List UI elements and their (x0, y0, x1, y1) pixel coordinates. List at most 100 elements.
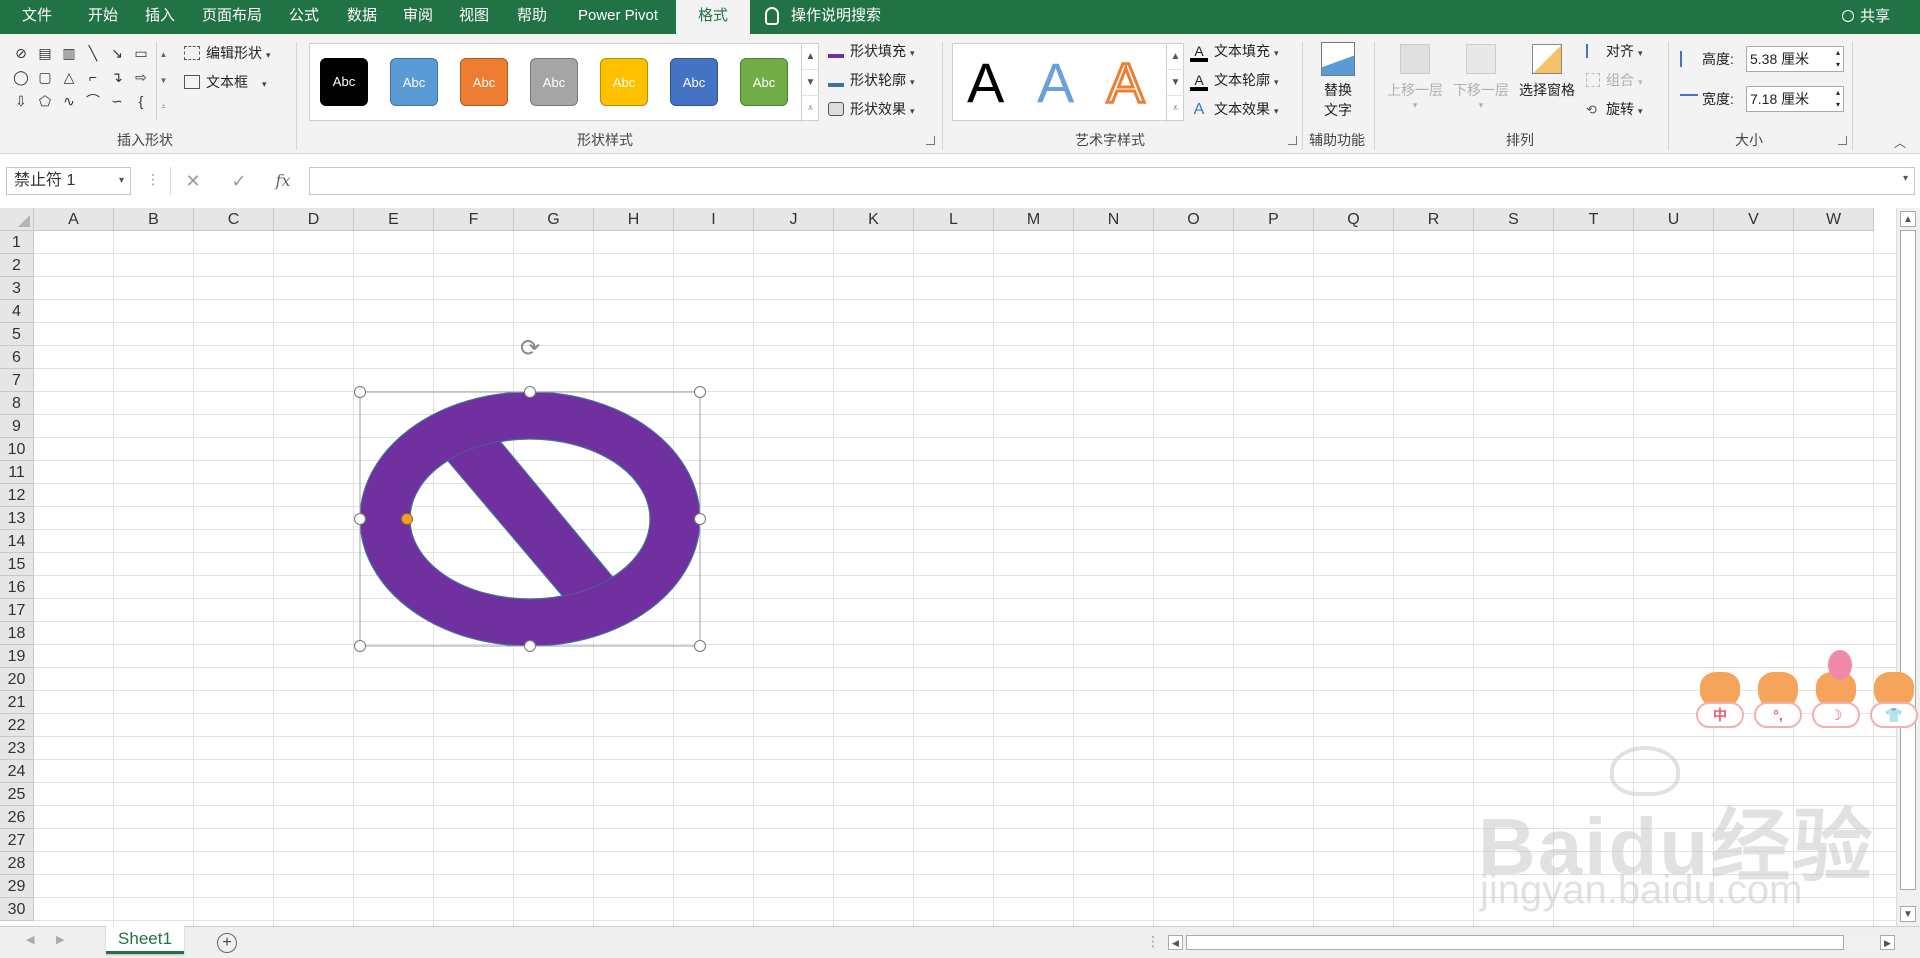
chevron-down-icon[interactable]: ▾ (1903, 173, 1908, 184)
rectangle-shape-icon[interactable]: ▭ (132, 44, 150, 62)
oval-shape-icon[interactable]: ◯ (12, 68, 30, 86)
row-header[interactable]: 28 (0, 852, 34, 875)
line-shape-icon[interactable]: ╲ (84, 44, 102, 62)
chevron-down-icon[interactable]: ▼ (1167, 70, 1184, 96)
width-input[interactable]: 7.18 厘米 ▴ ▾ (1746, 86, 1844, 112)
chevron-up-icon[interactable]: ▲ (802, 44, 819, 70)
elbow-arrow-shape-icon[interactable]: ↴ (108, 68, 126, 86)
add-sheet-icon[interactable]: + (217, 933, 237, 953)
row-header[interactable]: 18 (0, 622, 34, 645)
row-header[interactable]: 14 (0, 530, 34, 553)
column-header[interactable]: O (1154, 208, 1234, 231)
row-header[interactable]: 1 (0, 231, 34, 254)
shape-effects-button[interactable]: 形状效果 ▾ (828, 97, 915, 121)
wordart-dialog-launcher[interactable] (1288, 136, 1297, 145)
scroll-down-icon[interactable]: ▼ (1900, 906, 1916, 922)
column-header[interactable]: D (274, 208, 354, 231)
adjust-handle[interactable] (401, 513, 413, 525)
column-header[interactable]: P (1234, 208, 1314, 231)
tab-data[interactable]: 数据 (336, 0, 388, 34)
align-button[interactable]: 对齐 ▾ (1586, 39, 1643, 63)
arc-shape-icon[interactable]: ⌒ (84, 92, 102, 110)
selection-pane-button[interactable]: 选择窗格 (1514, 42, 1580, 126)
edit-shape-button[interactable]: 编辑形状 ▾ (184, 41, 271, 65)
row-header[interactable]: 5 (0, 323, 34, 346)
row-header[interactable]: 29 (0, 875, 34, 898)
shape-style-swatch[interactable]: Abc (530, 58, 578, 106)
row-header[interactable]: 15 (0, 553, 34, 576)
tab-insert[interactable]: 插入 (134, 0, 186, 34)
tab-review[interactable]: 审阅 (392, 0, 444, 34)
shape-style-swatch[interactable]: Abc (740, 58, 788, 106)
column-header[interactable]: M (994, 208, 1074, 231)
row-header[interactable]: 27 (0, 829, 34, 852)
next-sheet-icon[interactable]: ▶ (56, 933, 64, 946)
rounded-rect-shape-icon[interactable]: ▢ (36, 68, 54, 86)
wordart-style-orange-outline[interactable]: A (1105, 50, 1145, 116)
resize-handle-sw[interactable] (354, 640, 366, 652)
row-header[interactable]: 24 (0, 760, 34, 783)
no-symbol-shape[interactable]: ⟳ (354, 336, 706, 652)
tab-page-layout[interactable]: 页面布局 (192, 0, 272, 34)
column-header[interactable]: C (194, 208, 274, 231)
chevron-up-icon[interactable]: ▲ (1167, 44, 1184, 70)
text-fill-button[interactable]: A 文本填充 ▾ (1190, 39, 1279, 63)
row-header[interactable]: 8 (0, 392, 34, 415)
shape-outline-button[interactable]: 形状轮廓 ▾ (828, 68, 915, 92)
shape-style-swatch[interactable]: Abc (600, 58, 648, 106)
column-header[interactable]: R (1394, 208, 1474, 231)
enter-icon[interactable]: ✓ (224, 167, 254, 195)
column-header[interactable]: V (1714, 208, 1794, 231)
shape-style-gallery[interactable]: Abc Abc Abc Abc Abc Abc Abc ▲ ▼ ⩡ (309, 43, 819, 122)
chevron-down-icon[interactable]: ▼ (802, 70, 819, 96)
resize-handle-e[interactable] (694, 513, 706, 525)
row-header[interactable]: 3 (0, 277, 34, 300)
row-header[interactable]: 4 (0, 300, 34, 323)
column-header[interactable]: W (1794, 208, 1874, 231)
bring-forward-button[interactable]: 上移一层 ▾ (1384, 42, 1446, 126)
triangle-shape-icon[interactable]: △ (60, 68, 78, 86)
collapse-ribbon-icon[interactable]: ︿ (1894, 134, 1906, 151)
name-box[interactable]: 禁止符 1 ▾ (6, 167, 131, 195)
row-header[interactable]: 12 (0, 484, 34, 507)
rotate-button[interactable]: ⟲ 旋转 ▾ (1586, 97, 1643, 121)
text-outline-button[interactable]: A 文本轮廓 ▾ (1190, 68, 1279, 92)
wordart-gallery-scroll[interactable]: ▲ ▼ ⩡ (1166, 44, 1184, 122)
scribble-shape-icon[interactable]: ∿ (60, 92, 78, 110)
text-box-button[interactable]: 文本框 ▾ (184, 70, 267, 94)
text-box-shape-icon[interactable]: ▤ (36, 44, 54, 62)
column-header[interactable]: N (1074, 208, 1154, 231)
no-symbol-shape-icon[interactable]: ⊘ (12, 44, 30, 62)
column-header[interactable]: U (1634, 208, 1714, 231)
elbow-connector-shape-icon[interactable]: ⌐ (84, 68, 102, 86)
wordart-style-gallery[interactable]: A A A ▲ ▼ ⩡ (952, 43, 1184, 122)
shape-style-gallery-scroll[interactable]: ▲ ▼ ⩡ (801, 44, 819, 122)
brace-shape-icon[interactable]: { (132, 92, 150, 110)
height-input[interactable]: 5.38 厘米 ▴ ▾ (1746, 46, 1844, 72)
tab-formulas[interactable]: 公式 (278, 0, 330, 34)
gallery-more-icon[interactable]: ⩡ (802, 96, 819, 122)
down-arrow-shape-icon[interactable]: ⇩ (12, 92, 30, 110)
sheet-tab-sheet1[interactable]: Sheet1 (106, 926, 184, 954)
tab-split-grip-icon[interactable]: ⋮ (1146, 933, 1160, 950)
row-header[interactable]: 16 (0, 576, 34, 599)
row-header[interactable]: 23 (0, 737, 34, 760)
formula-input[interactable]: ▾ (309, 167, 1915, 195)
resize-handle-nw[interactable] (354, 386, 366, 398)
row-header[interactable]: 7 (0, 369, 34, 392)
resize-handle-se[interactable] (694, 640, 706, 652)
resize-handle-w[interactable] (354, 513, 366, 525)
rotate-handle-icon[interactable]: ⟳ (517, 336, 543, 362)
column-header[interactable]: T (1554, 208, 1634, 231)
column-header[interactable]: I (674, 208, 754, 231)
tab-format[interactable]: 格式 (676, 0, 750, 34)
shape-style-swatch[interactable]: Abc (460, 58, 508, 106)
scroll-right-icon[interactable]: ▶ (1880, 935, 1895, 950)
tab-home[interactable]: 开始 (76, 0, 130, 34)
vertical-scroll-thumb[interactable] (1900, 230, 1916, 890)
row-header[interactable]: 11 (0, 461, 34, 484)
column-header[interactable]: B (114, 208, 194, 231)
curve-shape-icon[interactable]: ∽ (108, 92, 126, 110)
tell-me-search[interactable]: 操作说明搜索 (765, 0, 881, 34)
insert-shape-gallery[interactable]: ⊘ ▤ ▥ ╲ ↘ ▭ ◯ ▢ △ ⌐ ↴ ⇨ ⇩ ⬠ ∿ ⌒ ∽ { ▲ ▼ ⩡ (10, 42, 170, 120)
